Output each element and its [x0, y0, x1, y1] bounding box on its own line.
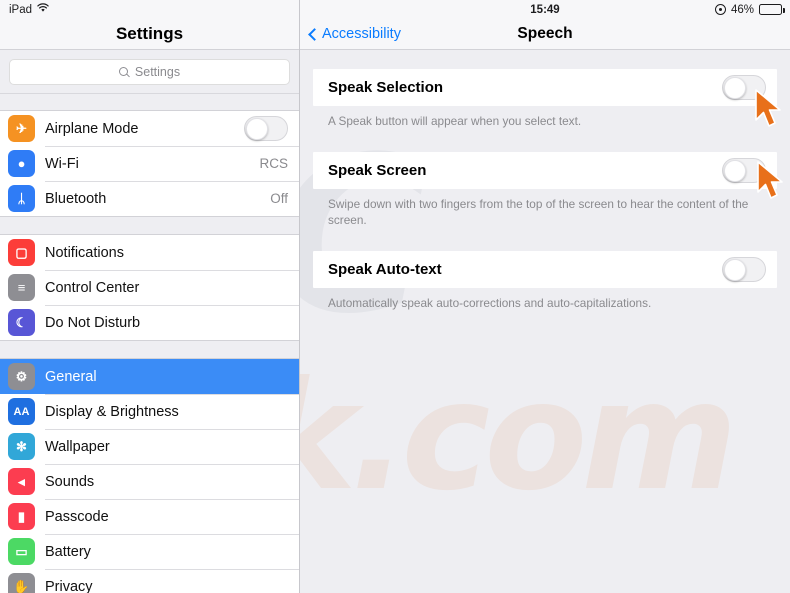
sidebar-item-label: Passcode — [45, 508, 109, 525]
status-right-group: 46% — [714, 3, 785, 16]
setting-row-description: A Speak button will appear when you sele… — [328, 114, 582, 128]
clock-label: 15:49 — [530, 3, 560, 16]
battery-icon — [759, 4, 785, 15]
setting-row-label: Speak Auto-text — [328, 260, 442, 278]
sidebar-item-do-not-disturb[interactable]: ☾ Do Not Disturb — [0, 305, 299, 340]
sidebar-item-label: Airplane Mode — [45, 120, 139, 137]
sidebar-item-label: Privacy — [45, 578, 93, 593]
sidebar-item-passcode[interactable]: ▮ Passcode — [0, 499, 299, 534]
airplane-icon: ✈ — [8, 115, 35, 142]
device-name-label: iPad — [9, 3, 33, 16]
setting-row-description: Swipe down with two fingers from the top… — [328, 197, 749, 227]
setting-row-speak-selection[interactable]: Speak Selection — [313, 69, 777, 106]
page-title: Settings — [0, 19, 299, 50]
toggle-knob — [246, 118, 268, 140]
privacy-icon: ✋ — [8, 573, 35, 593]
gear-icon: ⚙ — [8, 363, 35, 390]
wallpaper-icon: ✻ — [8, 433, 35, 460]
search-input[interactable]: Settings — [9, 59, 290, 85]
setting-row-speak-screen[interactable]: Speak Screen — [313, 152, 777, 190]
sidebar-group: ▢ Notifications ≡ Control Center ☾ Do Not Dis… — [0, 234, 299, 341]
sidebar-item-value: Off — [270, 191, 288, 206]
sidebar-item-control-center[interactable]: ≡ Control Center — [0, 270, 299, 305]
sidebar-item-battery[interactable]: ▭ Battery — [0, 534, 299, 569]
toggle-knob — [724, 77, 746, 99]
setting-row-speak-auto-text[interactable]: Speak Auto-text — [313, 250, 777, 288]
back-button-label: Accessibility — [322, 26, 401, 42]
notifications-icon: ▢ — [8, 239, 35, 266]
sidebar-item-notifications[interactable]: ▢ Notifications — [0, 235, 299, 270]
setting-row-description: Automatically speak auto-corrections and… — [328, 295, 652, 310]
sidebar-item-wi-fi[interactable]: ● Wi-Fi RCS — [0, 146, 299, 181]
passcode-icon: ▮ — [8, 503, 35, 530]
detail-title: Speech — [517, 25, 573, 42]
sidebar-item-label: Battery — [45, 543, 91, 560]
sidebar-item-sounds[interactable]: ◂ Sounds — [0, 464, 299, 499]
battery-percent-label: 46% — [730, 3, 754, 16]
sidebar-item-general[interactable]: ⚙ General — [0, 359, 299, 394]
sidebar-item-label: Bluetooth — [45, 190, 107, 207]
sidebar-item-privacy[interactable]: ✋ Privacy — [0, 569, 299, 593]
speech-settings-list: Speak Selection A Speak button will appea… — [300, 50, 790, 593]
wifi-icon — [37, 3, 49, 16]
sidebar-status-bar: iPad — [0, 0, 299, 19]
cursor-arrow-speak-screen — [752, 160, 790, 202]
sidebar-group-gap — [0, 341, 299, 358]
setting-row-label: Speak Selection — [328, 79, 444, 96]
speech-detail-panel: 15:49 46% Accessibility Speech Speak Sel… — [300, 0, 790, 593]
sidebar-group: ⚙ General AA Display & Brightness ✻ Wallpaper… — [0, 358, 299, 593]
sidebar-item-value: RCS — [259, 156, 288, 171]
sidebar-item-label: Wi-Fi — [45, 155, 79, 172]
search-icon — [118, 66, 130, 78]
search-bar-container: Settings — [0, 50, 299, 94]
sidebar-item-label: General — [45, 368, 97, 385]
sidebar-item-label: Do Not Disturb — [45, 314, 141, 331]
sidebar-item-label: Wallpaper — [45, 438, 110, 455]
setting-row-toggle[interactable] — [722, 256, 766, 282]
sidebar-item-toggle[interactable] — [244, 116, 288, 141]
sidebar-item-bluetooth[interactable]: ᛦ Bluetooth Off — [0, 181, 299, 216]
cursor-arrow-speak-selection — [750, 88, 790, 130]
setting-row-label: Speak Screen — [328, 162, 427, 180]
search-placeholder: Settings — [134, 65, 181, 79]
sounds-icon: ◂ — [8, 468, 35, 495]
sidebar-item-label: Sounds — [45, 473, 95, 490]
row-spacer — [300, 228, 790, 251]
sidebar-item-wallpaper[interactable]: ✻ Wallpaper — [0, 429, 299, 464]
chevron-left-icon — [308, 27, 321, 41]
sidebar-group-gap — [0, 217, 299, 234]
control-center-icon: ≡ — [8, 274, 35, 301]
sidebar-item-display-brightness[interactable]: AA Display & Brightness — [0, 394, 299, 429]
sidebar-item-label: Notifications — [45, 244, 124, 261]
do-not-disturb-icon: ☾ — [8, 309, 35, 336]
wifi-icon: ● — [8, 150, 35, 177]
ipad-settings-screen: PC risk.com iPad Settings Settings ✈Airp… — [0, 0, 790, 593]
toggle-knob — [724, 258, 746, 281]
sidebar-item-label: Control Center — [45, 279, 140, 296]
display-brightness-icon: AA — [8, 398, 35, 425]
settings-sidebar: iPad Settings Settings ✈ Airplane Mode ● Wi… — [0, 0, 300, 593]
bluetooth-icon: ᛦ — [8, 185, 35, 212]
sidebar-group-gap — [0, 94, 299, 110]
navigation-bar: Accessibility Speech — [300, 19, 790, 50]
toggle-knob — [724, 160, 746, 183]
battery-icon: ▭ — [8, 538, 35, 565]
sidebar-item-airplane-mode[interactable]: ✈ Airplane Mode — [0, 111, 299, 146]
sidebar-item-label: Display & Brightness — [45, 403, 179, 420]
back-button[interactable]: Accessibility — [308, 26, 401, 42]
rotation-lock-icon — [714, 4, 726, 15]
row-spacer — [300, 129, 790, 152]
sidebar-group: ✈ Airplane Mode ● Wi-Fi RCS ᛦ Bluetooth Off — [0, 110, 299, 217]
sidebar-list[interactable]: ✈ Airplane Mode ● Wi-Fi RCS ᛦ Bluetooth Off ▢ Not… — [0, 94, 299, 593]
main-status-bar: 15:49 46% — [300, 0, 790, 19]
